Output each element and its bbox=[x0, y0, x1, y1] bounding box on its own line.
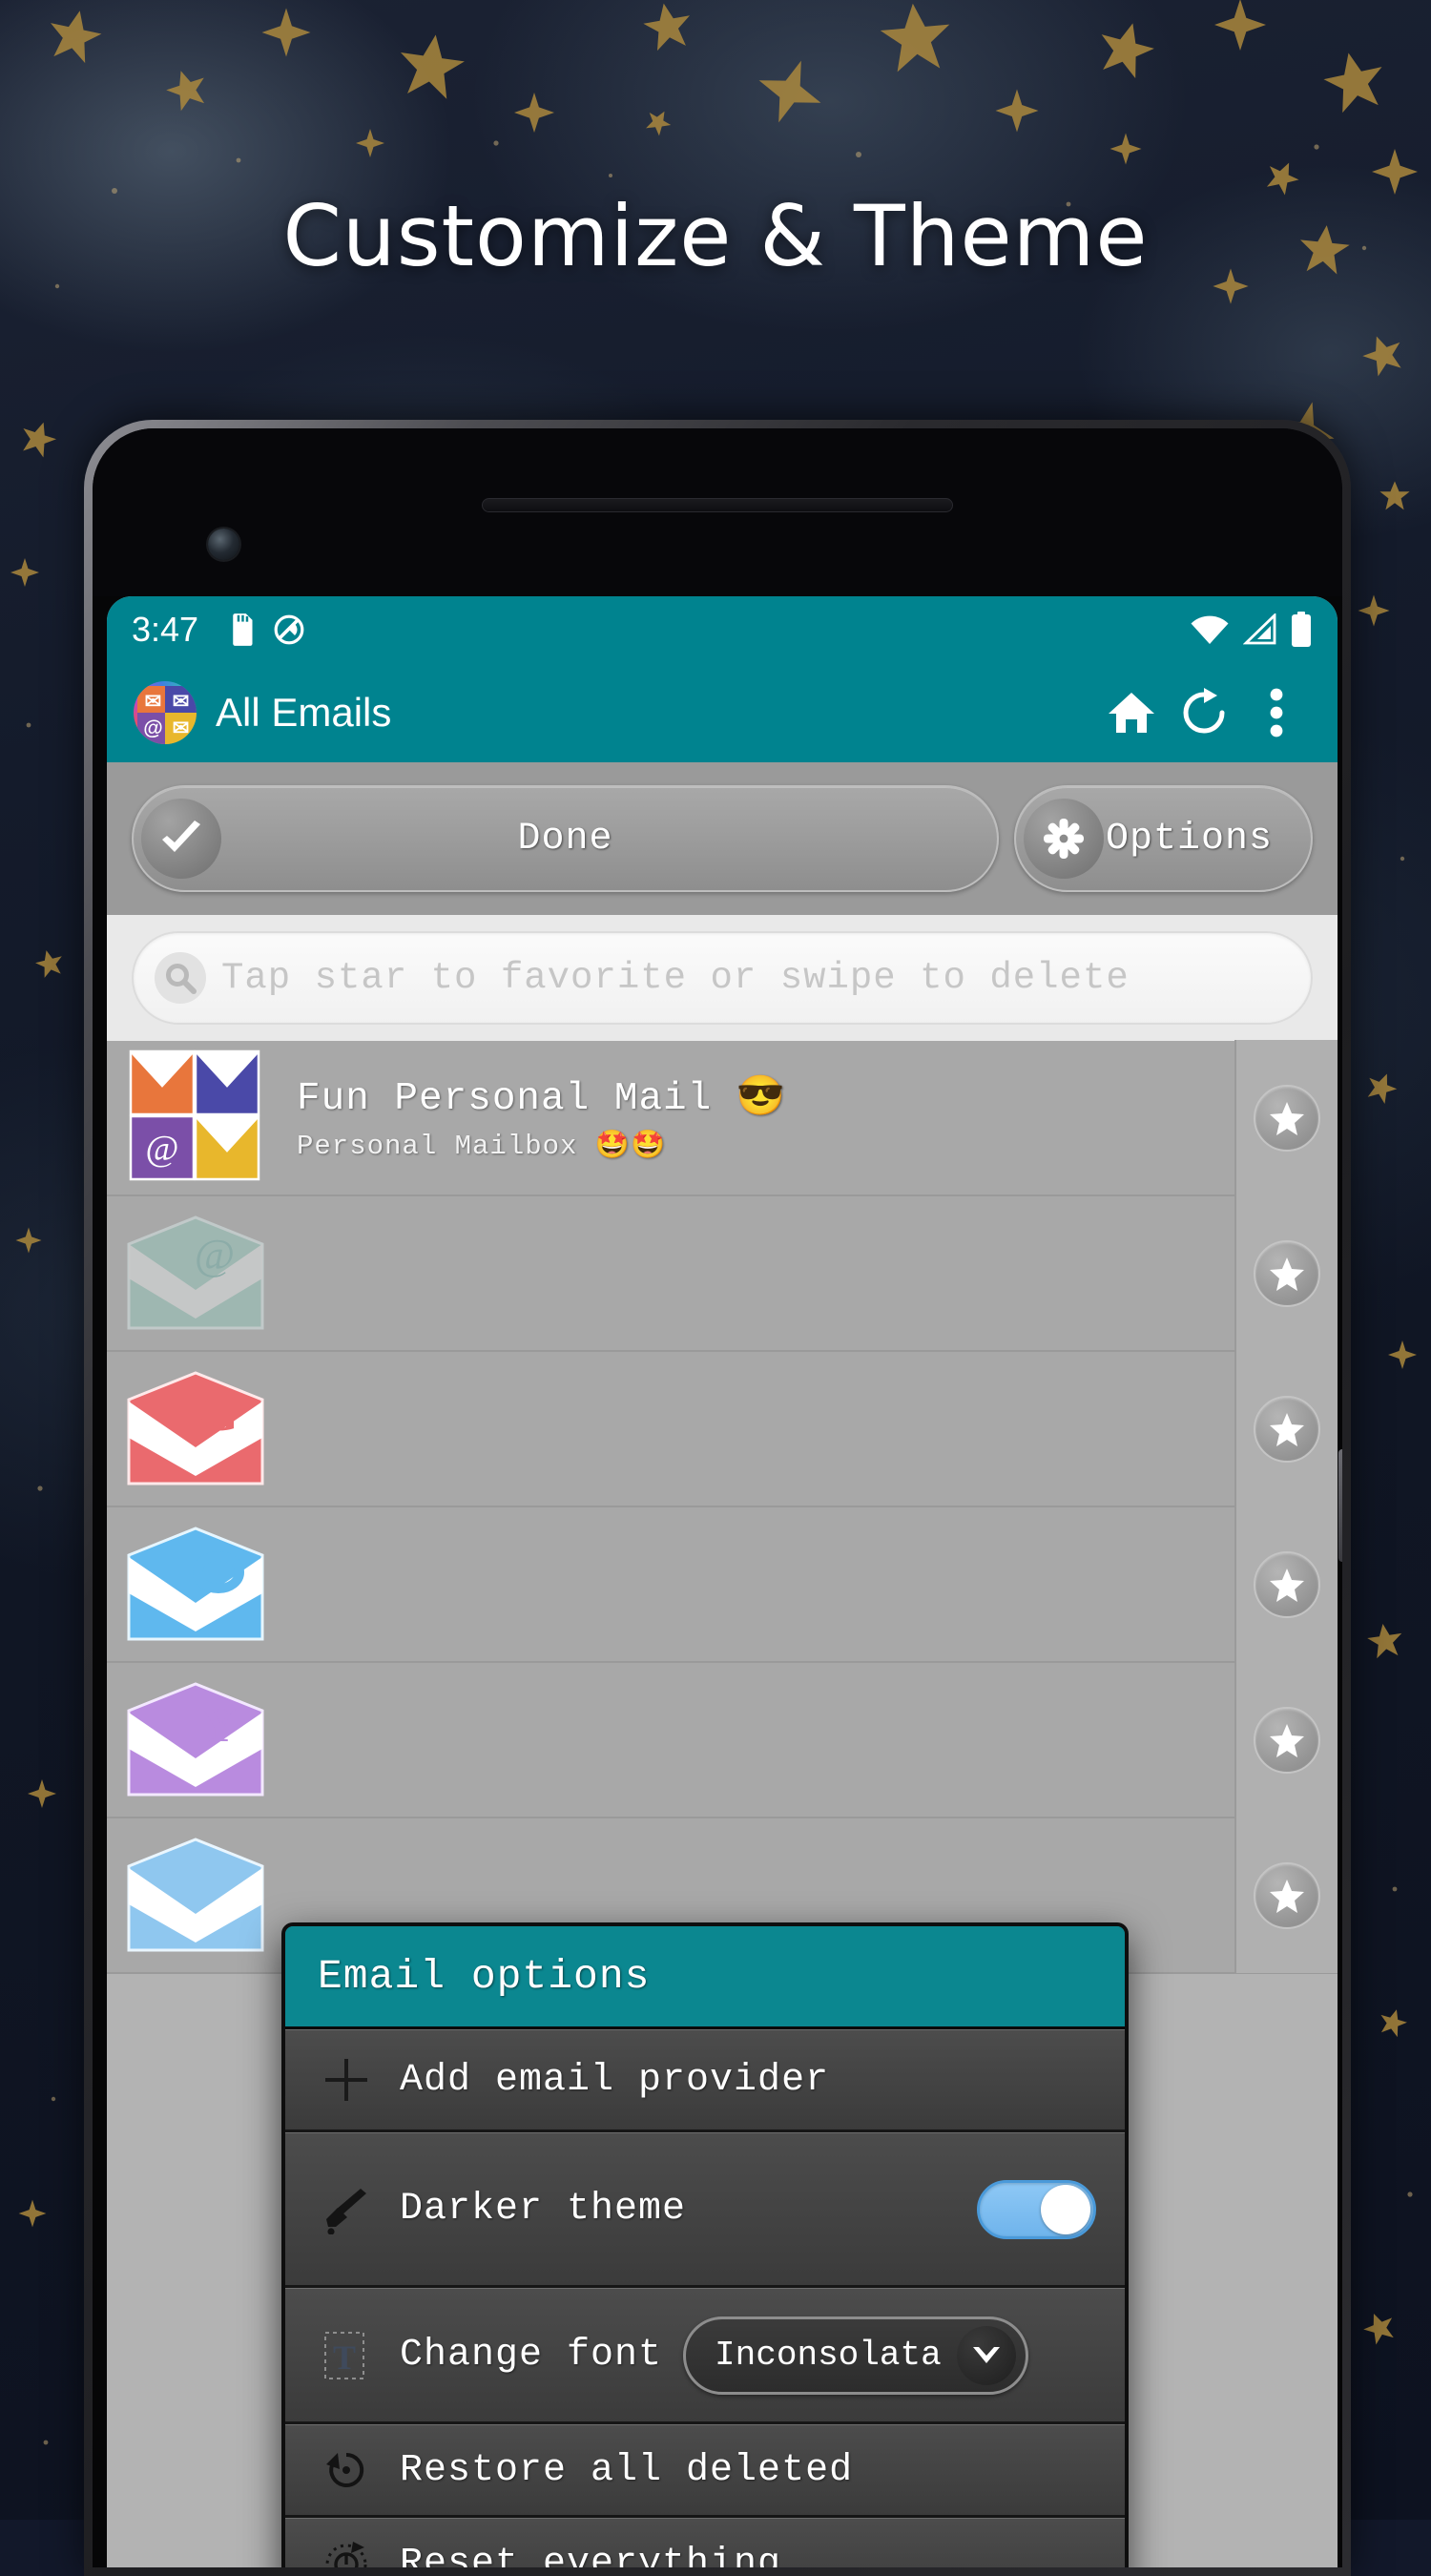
action-button-row: Done Options bbox=[107, 762, 1338, 915]
svg-text:G: G bbox=[197, 1384, 238, 1442]
list-item-title: Fun Personal Mail 😎 bbox=[297, 1077, 786, 1121]
menu-item-label: Darker theme bbox=[400, 2188, 687, 2231]
favorite-star-button[interactable] bbox=[1234, 1040, 1338, 1195]
status-bar: 3:47 bbox=[107, 596, 1338, 663]
page-title: Customize & Theme bbox=[282, 187, 1149, 285]
menu-item-label: Change font bbox=[400, 2334, 663, 2377]
refresh-icon[interactable] bbox=[1168, 676, 1240, 749]
yahoo-envelope-icon: Y bbox=[107, 1662, 283, 1818]
svg-text:Y: Y bbox=[200, 1698, 237, 1753]
dialog-header: Email options bbox=[285, 1926, 1125, 2029]
font-select-dropdown[interactable]: Inconsolata bbox=[683, 2316, 1028, 2395]
star-icon bbox=[1254, 1239, 1320, 1307]
search-bar-container: Tap star to favorite or swipe to delete bbox=[107, 915, 1338, 1041]
all-emails-app-logo: ✉ ✉ @ ✉ bbox=[134, 681, 197, 744]
svg-text:@: @ bbox=[145, 1129, 178, 1169]
favorite-star-button[interactable] bbox=[1234, 1662, 1338, 1818]
favorite-star-button[interactable] bbox=[1234, 1351, 1338, 1506]
sd-card-icon bbox=[231, 613, 257, 646]
outlook-envelope-icon bbox=[107, 1506, 283, 1662]
email-options-dialog: Email options Add email provider Darker … bbox=[281, 1922, 1129, 2567]
phone-mockup-frame: 3:47 ✉ ✉ @ ✉ All Emails Done Options Tap… bbox=[84, 420, 1351, 2576]
chevron-down-icon bbox=[956, 2325, 1016, 2385]
search-icon bbox=[155, 952, 206, 1004]
list-item[interactable] bbox=[107, 1506, 1338, 1663]
search-input-placeholder: Tap star to favorite or swipe to delete bbox=[221, 957, 1130, 999]
toggle-knob bbox=[1041, 2184, 1090, 2234]
menu-item-add-email-provider[interactable]: Add email provider bbox=[285, 2029, 1125, 2132]
list-item[interactable]: G bbox=[107, 1351, 1338, 1507]
favorite-star-button[interactable] bbox=[1234, 1818, 1338, 1973]
options-button[interactable]: Options bbox=[1013, 785, 1313, 892]
text-format-icon: T bbox=[314, 2329, 379, 2382]
done-button-label: Done bbox=[517, 817, 613, 861]
list-item-subtitle: Personal Mailbox 🤩🤩 bbox=[297, 1131, 667, 1162]
favorite-star-button[interactable] bbox=[1234, 1506, 1338, 1662]
darker-theme-toggle[interactable] bbox=[977, 2179, 1096, 2239]
home-icon[interactable] bbox=[1095, 676, 1168, 749]
envelope-icon bbox=[107, 1818, 283, 1973]
check-circle-icon bbox=[141, 799, 221, 879]
phone-power-button[interactable] bbox=[1338, 1449, 1342, 1562]
list-item[interactable]: Y bbox=[107, 1662, 1338, 1818]
done-button[interactable]: Done bbox=[132, 785, 999, 892]
star-icon bbox=[1254, 1395, 1320, 1463]
star-icon bbox=[1254, 1706, 1320, 1774]
star-icon bbox=[1254, 1861, 1320, 1929]
menu-item-label: Reset everything bbox=[400, 2542, 782, 2568]
phone-earpiece-speaker bbox=[482, 498, 953, 512]
menu-item-darker-theme[interactable]: Darker theme bbox=[285, 2132, 1125, 2288]
phone-top-bezel bbox=[93, 428, 1342, 596]
plus-icon bbox=[314, 2056, 379, 2104]
menu-item-label: Restore all deleted bbox=[400, 2448, 854, 2492]
svg-text:T: T bbox=[333, 2338, 356, 2377]
settings-backup-restore-icon bbox=[314, 2538, 379, 2567]
status-bar-clock: 3:47 bbox=[132, 610, 199, 649]
battery-icon bbox=[1290, 612, 1313, 648]
app-bar-title: All Emails bbox=[216, 690, 392, 735]
overflow-menu-icon[interactable] bbox=[1240, 676, 1313, 749]
phone-front-camera bbox=[208, 529, 239, 560]
menu-item-reset-everything[interactable]: Reset everything bbox=[285, 2518, 1125, 2567]
star-icon bbox=[1254, 1084, 1320, 1152]
multi-envelope-icon: @ bbox=[107, 1040, 283, 1195]
font-select-value: Inconsolata bbox=[715, 2336, 942, 2375]
list-item[interactable]: @ bbox=[107, 1195, 1338, 1352]
menu-item-restore-all-deleted[interactable]: Restore all deleted bbox=[285, 2424, 1125, 2518]
options-button-label: Options bbox=[1105, 817, 1273, 861]
dialog-title: Email options bbox=[318, 1953, 651, 2000]
list-item[interactable]: @ Fun Personal Mail 😎 Personal Mailbox 🤩… bbox=[107, 1040, 1338, 1196]
email-account-list: @ Fun Personal Mail 😎 Personal Mailbox 🤩… bbox=[107, 1040, 1338, 1974]
gear-icon bbox=[1023, 799, 1104, 879]
wifi-icon bbox=[1189, 613, 1231, 646]
cellular-signal-icon bbox=[1243, 613, 1277, 646]
phone-screen: 3:47 ✉ ✉ @ ✉ All Emails Done Options Tap… bbox=[107, 596, 1338, 2567]
menu-item-label: Add email provider bbox=[400, 2058, 830, 2102]
menu-item-change-font[interactable]: T Change font Inconsolata bbox=[285, 2288, 1125, 2424]
app-bar: ✉ ✉ @ ✉ All Emails bbox=[107, 663, 1338, 762]
svg-text:@: @ bbox=[194, 1230, 234, 1278]
paintbrush-icon bbox=[314, 2185, 379, 2234]
restore-icon bbox=[314, 2446, 379, 2494]
at-envelope-icon: @ bbox=[107, 1195, 283, 1351]
do-not-disturb-icon bbox=[273, 613, 305, 646]
star-icon bbox=[1254, 1550, 1320, 1618]
search-input[interactable]: Tap star to favorite or swipe to delete bbox=[132, 931, 1313, 1025]
favorite-star-button[interactable] bbox=[1234, 1195, 1338, 1351]
gmail-envelope-icon: G bbox=[107, 1351, 283, 1506]
